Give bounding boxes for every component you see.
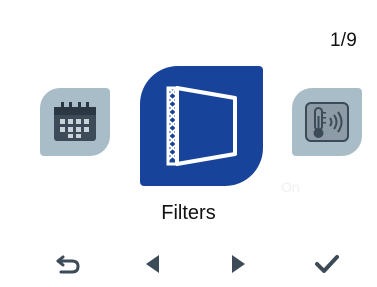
selected-item-label: Filters	[161, 202, 216, 224]
confirm-button[interactable]	[305, 244, 349, 284]
menu-tile-calendar[interactable]	[40, 88, 110, 156]
menu-tile-thermometer[interactable]	[292, 88, 362, 156]
previous-button[interactable]	[131, 244, 175, 284]
back-button[interactable]	[46, 244, 90, 284]
next-button[interactable]	[216, 244, 260, 284]
checkmark-icon	[315, 255, 339, 273]
thermometer-sound-icon	[305, 102, 349, 142]
triangle-right-icon	[232, 255, 245, 273]
back-arrow-icon	[56, 255, 80, 274]
device-screen: 1/9 On Filters	[0, 0, 377, 287]
status-on-label: On	[281, 179, 300, 195]
triangle-left-icon	[146, 255, 159, 273]
navigation-bar	[0, 244, 377, 284]
menu-tile-filters[interactable]	[140, 66, 263, 186]
page-indicator: 1/9	[329, 30, 357, 51]
filter-icon	[165, 86, 237, 166]
calendar-icon	[54, 102, 96, 141]
